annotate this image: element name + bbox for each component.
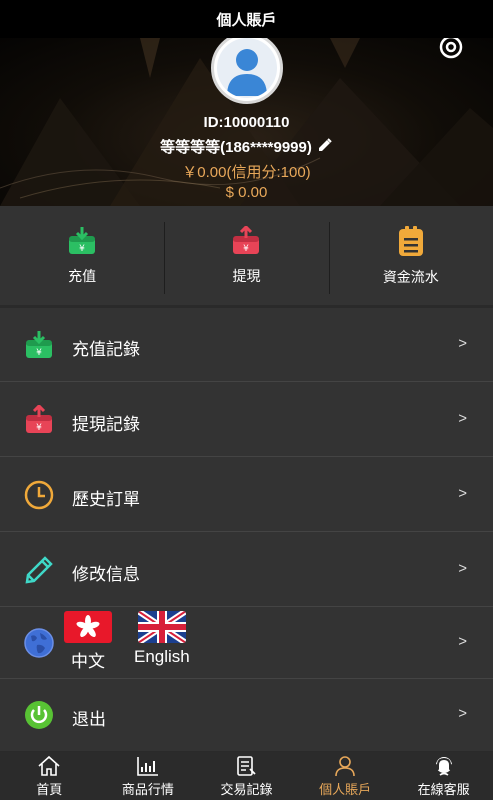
svg-text:¥: ¥ (244, 244, 250, 254)
deposit-button[interactable]: ¥ 充值 (0, 206, 164, 305)
deposit-label: 充值 (68, 267, 97, 284)
menu-label: 提現記錄 (72, 414, 140, 434)
user-name-line: 等等等等(186****9999) (0, 136, 493, 158)
menu-item-logout[interactable]: 退出 > (0, 679, 493, 751)
svg-text:¥: ¥ (36, 348, 42, 358)
menu-label: 歷史訂單 (72, 489, 140, 509)
chart-icon (137, 756, 158, 776)
tab-support[interactable]: 在線客服 (394, 752, 493, 800)
uk-flag-icon (137, 611, 186, 643)
menu-label: 充值記錄 (72, 340, 140, 359)
menu-item-edit-info[interactable]: 修改信息 > (0, 532, 493, 607)
hong-kong-flag-icon (64, 611, 112, 643)
profile-hero: ID:10000110 等等等等(186****9999) ￥0.00(信用分:… (0, 38, 493, 206)
clock-icon (22, 478, 56, 512)
records-icon (237, 755, 257, 776)
tab-label: 個人賬戶 (319, 781, 372, 797)
tab-account[interactable]: 個人賬戶 (296, 752, 395, 800)
chevron-right-icon: > (458, 559, 467, 577)
tab-label: 首頁 (36, 781, 63, 797)
user-icon (335, 755, 355, 776)
power-icon[interactable] (438, 38, 464, 60)
user-id: ID:10000110 (203, 114, 290, 131)
withdraw-label: 提現 (232, 267, 261, 284)
menu-item-deposit-records[interactable]: ¥ 充值記錄 > (0, 308, 493, 382)
tab-label: 交易記錄 (220, 781, 273, 797)
menu-item-withdraw-records[interactable]: ¥ 提現記錄 > (0, 382, 493, 457)
tab-label: 在線客服 (417, 781, 470, 797)
globe-icon (22, 626, 56, 660)
menu-item-language[interactable]: 中文 English > (0, 607, 493, 679)
deposit-icon: ¥ (69, 226, 96, 254)
fund-flow-label: 資金流水 (382, 268, 439, 285)
tab-market[interactable]: 商品行情 (99, 752, 198, 800)
deposit-record-icon: ¥ (22, 328, 56, 362)
chevron-right-icon: > (458, 335, 467, 352)
menu-label: 修改信息 (72, 564, 140, 584)
bottom-tab-bar: 首頁 商品行情 交易記錄 個人賬戶 在線客服 (0, 752, 493, 800)
account-menu: ¥ 充值記錄 > ¥ 提現記錄 > 歷史訂單 > 修改信息 > 中文 Engli… (0, 308, 493, 751)
app-header: 個人賬戶 (0, 0, 493, 38)
language-option-zh[interactable]: 中文 (64, 611, 112, 672)
ledger-icon (398, 225, 423, 256)
support-icon (435, 756, 452, 776)
fund-flow-button[interactable]: 資金流水 (328, 206, 493, 305)
quick-actions: ¥ 充值 ¥ 提現 資金流水 (0, 206, 493, 306)
avatar-placeholder-icon (217, 38, 277, 98)
language-label-en: English (134, 647, 190, 666)
withdraw-record-icon: ¥ (22, 403, 56, 437)
power-icon (22, 698, 56, 732)
chevron-right-icon: > (458, 633, 467, 650)
svg-text:¥: ¥ (79, 244, 85, 254)
tab-home[interactable]: 首頁 (0, 752, 99, 800)
language-option-en[interactable]: English (134, 611, 190, 667)
menu-label: 退出 (72, 710, 106, 729)
svg-text:¥: ¥ (36, 423, 42, 433)
tab-label: 商品行情 (121, 781, 174, 797)
balance-usd: $ 0.00 (225, 184, 268, 201)
chevron-right-icon: > (458, 484, 467, 502)
home-icon (38, 755, 60, 776)
language-label-zh: 中文 (71, 652, 105, 671)
pencil-icon (22, 553, 56, 587)
chevron-right-icon: > (458, 409, 467, 427)
withdraw-icon: ¥ (233, 225, 260, 254)
page-title: 個人賬戶 (216, 11, 277, 29)
edit-pencil-icon[interactable] (316, 137, 333, 158)
chevron-right-icon: > (458, 705, 467, 722)
balance-cny: ￥0.00(信用分:100) (182, 164, 311, 181)
withdraw-button[interactable]: ¥ 提現 (164, 206, 328, 305)
user-name: 等等等等(186****9999) (160, 139, 312, 156)
tab-records[interactable]: 交易記錄 (197, 752, 296, 800)
menu-item-order-history[interactable]: 歷史訂單 > (0, 457, 493, 532)
